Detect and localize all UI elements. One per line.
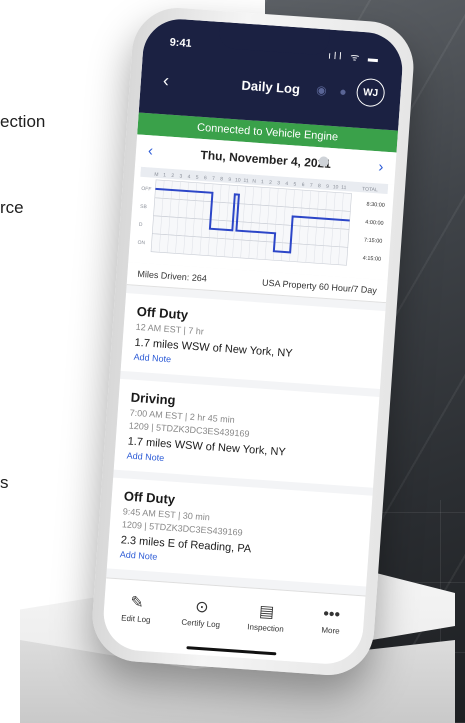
status-time: 9:41 xyxy=(169,36,193,50)
hour-label: 10 xyxy=(235,177,241,183)
row-total: 4:00:00 xyxy=(365,220,384,227)
clipboard-icon: ▤ xyxy=(258,603,275,622)
hour-label: 10 xyxy=(333,184,339,190)
tab-label: Edit Log xyxy=(120,613,151,625)
row-total: 7:15:00 xyxy=(364,238,383,245)
log-entry-3[interactable]: Off Duty 9:45 AM EST | 30 min 1209 | 5TD… xyxy=(106,477,373,587)
side-text-2: rce xyxy=(0,198,24,217)
tab-edit-log[interactable]: ✎ Edit Log xyxy=(104,579,169,653)
info-icon[interactable]: ● xyxy=(339,84,347,98)
hour-label: 11 xyxy=(341,185,347,191)
hos-rule: USA Property 60 Hour/7 Day xyxy=(261,277,378,296)
bottom-tab-bar: ✎ Edit Log ⊙ Certify Log ▤ Inspection ••… xyxy=(101,577,366,667)
row-label: OFF xyxy=(141,186,151,193)
phone-device: 9:41 ıll ᯤ ▬ ‹ Daily Log ◉ ● WJ Connecte… xyxy=(89,4,417,679)
avatar[interactable]: WJ xyxy=(355,77,386,108)
hour-label: M xyxy=(154,172,159,178)
edit-icon: ✎ xyxy=(129,594,145,612)
log-entry-1[interactable]: Off Duty 12 AM EST | 7 hr 1.7 miles WSW … xyxy=(120,293,386,389)
row-label: ON xyxy=(137,240,145,247)
row-label: SB xyxy=(140,204,148,210)
duty-status-graph: M 1 2 3 4 5 6 7 8 9 10 11 N 1 2 3 4 5 6 7 8 9 10 11 TOTAL OFF SB D… xyxy=(128,166,395,281)
tab-more[interactable]: ••• More xyxy=(298,592,363,666)
row-total: 8:30:00 xyxy=(366,202,385,209)
hour-label: TOTAL xyxy=(362,186,378,193)
sync-icon[interactable]: ◉ xyxy=(316,83,327,98)
row-total: 4:15:00 xyxy=(362,255,381,262)
duty-graph-svg: M 1 2 3 4 5 6 7 8 9 10 11 N 1 2 3 4 5 6 7 8 9 10 11 TOTAL OFFSBD… xyxy=(137,166,389,266)
hour-label: 11 xyxy=(243,178,249,184)
side-text-3: s xyxy=(0,473,9,492)
tab-certify-log[interactable]: ⊙ Certify Log xyxy=(169,583,234,657)
signal-wifi-battery-icon: ıll ᯤ ▬ xyxy=(327,50,382,66)
tab-label: Inspection xyxy=(247,622,285,634)
row-label: D xyxy=(139,222,143,228)
side-text-1: ection xyxy=(0,112,46,131)
certify-check-icon: ⊙ xyxy=(194,598,210,617)
miles-driven: Miles Driven: 264 xyxy=(137,268,208,284)
log-entry-2[interactable]: Driving 7:00 AM EST | 2 hr 45 min 1209 |… xyxy=(113,378,380,488)
phone-screen: 9:41 ıll ᯤ ▬ ‹ Daily Log ◉ ● WJ Connecte… xyxy=(101,16,405,667)
tab-label: Certify Log xyxy=(181,617,221,630)
more-dots-icon: ••• xyxy=(322,605,341,624)
tab-label: More xyxy=(321,625,340,636)
